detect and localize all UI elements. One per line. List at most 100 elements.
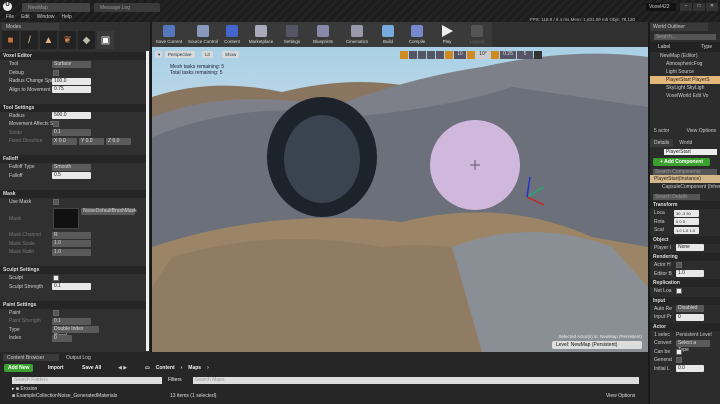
sculpt-strength-input[interactable]: 0.1 <box>52 283 91 291</box>
column-label[interactable]: Label <box>658 44 670 50</box>
breadcrumb-content[interactable]: Content <box>156 365 175 371</box>
level-viewport[interactable]: ▾ Perspective Lit Show Mesh tasks remain… <box>152 47 648 352</box>
close-button[interactable]: ✕ <box>706 3 718 11</box>
input-priority-input[interactable]: 0 <box>676 313 704 321</box>
fixed-x-input[interactable]: X 0.0 <box>52 137 77 145</box>
content-button[interactable]: Content <box>220 22 244 47</box>
mask-ratio-input[interactable]: 1.0 <box>52 248 91 256</box>
nav-back-forward[interactable]: ◀ ▶ <box>118 365 127 371</box>
outliner-item[interactable]: VoxelWorld Edit Vo <box>650 92 720 100</box>
radius-speed-input[interactable]: 100.0 <box>52 77 91 85</box>
launch-button[interactable]: Launch <box>462 22 492 47</box>
search-details-input[interactable]: Search Details <box>653 194 700 200</box>
scale-icon[interactable] <box>418 51 426 59</box>
camera-speed-value[interactable]: 5 <box>517 51 533 59</box>
paint-strength-input[interactable]: 0.1 <box>52 317 91 325</box>
maximize-button[interactable]: □ <box>693 3 705 11</box>
grid-snap-value[interactable]: 10 <box>454 51 466 59</box>
menu-help[interactable]: Help <box>61 14 71 22</box>
voxel-mode-icon[interactable]: ▣ <box>97 31 114 49</box>
paint-index-input[interactable]: 0 <box>52 334 72 342</box>
tab-newmap[interactable]: NewMap <box>22 3 90 12</box>
section-paint[interactable]: Paint Settings <box>0 300 146 309</box>
component-child[interactable]: CapsuleComponent (Inheri <box>650 183 720 191</box>
convert-dropdown[interactable]: Select a Type <box>676 339 710 353</box>
net-load-checkbox[interactable] <box>676 288 682 295</box>
scale-snap-icon[interactable] <box>491 51 499 59</box>
actor-name-input[interactable]: PlayerStart <box>664 149 717 155</box>
marketplace-button[interactable]: Marketplace <box>244 22 278 47</box>
settings-button[interactable]: Settings <box>278 22 306 47</box>
search-folders-input[interactable]: Search Folders <box>12 377 162 384</box>
menu-window[interactable]: Window <box>37 14 55 22</box>
world-outliner-tab[interactable]: World Outliner <box>650 23 708 31</box>
view-options-button[interactable]: View Options <box>606 393 635 399</box>
section-rendering[interactable]: Rendering <box>650 253 720 261</box>
section-replication[interactable]: Replication <box>650 279 720 287</box>
modes-tab[interactable]: Modes <box>2 23 59 30</box>
save-current-button[interactable]: Save Current <box>152 22 186 47</box>
scale-snap-value[interactable]: 0.25 <box>500 51 516 59</box>
tab-message-log[interactable]: Message Log <box>94 3 160 12</box>
editor-billboard-input[interactable]: 1.0 <box>676 270 704 278</box>
mask-thumbnail[interactable] <box>53 208 79 229</box>
initial-life-input[interactable]: 0.0 <box>676 365 704 373</box>
angle-snap-icon[interactable] <box>467 51 475 59</box>
add-component-button[interactable]: + Add Component <box>653 158 710 166</box>
grid-snap-icon[interactable] <box>445 51 453 59</box>
play-button[interactable]: Play <box>432 22 462 47</box>
outliner-item-selected[interactable]: PlayerStart PlayerS <box>650 76 720 84</box>
maximize-viewport-icon[interactable] <box>534 51 542 59</box>
angle-snap-value[interactable]: 10° <box>476 51 490 59</box>
use-mask-checkbox[interactable] <box>53 198 59 205</box>
fixed-z-input[interactable]: Z 0.0 <box>106 137 131 145</box>
save-all-button[interactable]: Save All <box>82 365 101 371</box>
show-button[interactable]: Show <box>222 51 240 58</box>
stride-input[interactable]: 0.1 <box>52 129 91 137</box>
auto-receive-dropdown[interactable]: Disabled <box>676 305 704 313</box>
tool-dropdown[interactable]: Surface <box>52 60 91 68</box>
blueprints-button[interactable]: Blueprints <box>306 22 340 47</box>
falloff-input[interactable]: 0.5 <box>52 172 91 180</box>
movement-checkbox[interactable] <box>53 121 59 128</box>
perspective-button[interactable]: Perspective <box>165 51 195 58</box>
section-falloff[interactable]: Falloff <box>0 155 146 163</box>
mask-channel-dropdown[interactable]: R <box>52 231 91 239</box>
menu-edit[interactable]: Edit <box>21 14 30 22</box>
compile-button[interactable]: Compile <box>402 22 432 47</box>
paint-mode-icon[interactable]: / <box>21 31 38 49</box>
rotate-icon[interactable] <box>409 51 417 59</box>
section-actor[interactable]: Actor <box>650 322 720 331</box>
folder-item[interactable]: ■ ExampleCollectionNoise_GeneratedMateri… <box>12 393 117 399</box>
surface-snap-icon[interactable] <box>436 51 444 59</box>
outliner-view-options[interactable]: View Options <box>687 128 716 134</box>
falloff-type-dropdown[interactable]: Smooth <box>52 163 91 171</box>
content-browser-tab[interactable]: Content Browser <box>3 354 59 361</box>
filters-button[interactable]: Filters <box>168 377 182 383</box>
can-be-damaged-checkbox[interactable] <box>676 348 682 355</box>
section-voxel-editor[interactable]: Voxel Editor <box>0 52 146 60</box>
scale-values[interactable]: 1.0 1.0 1.0 <box>674 226 699 234</box>
lit-button[interactable]: Lit <box>202 51 213 58</box>
paint-checkbox[interactable] <box>53 309 59 316</box>
import-button[interactable]: Import <box>48 365 64 371</box>
section-sculpt[interactable]: Sculpt Settings <box>0 266 146 274</box>
player-input[interactable]: None <box>676 244 704 252</box>
component-root[interactable]: PlayerStart(Instance) <box>650 175 720 183</box>
panel-scrollbar[interactable] <box>146 51 149 351</box>
paint-type-dropdown[interactable]: Double Index Blend <box>52 326 99 339</box>
rotation-values[interactable]: 0 0 0 <box>674 218 699 226</box>
build-button[interactable]: Build <box>374 22 402 47</box>
align-input[interactable]: 0.75 <box>52 86 91 94</box>
folder-item[interactable]: ▸ ■ Erosion <box>12 386 37 392</box>
section-input[interactable]: Input <box>650 296 720 305</box>
debug-checkbox[interactable] <box>53 69 59 76</box>
outliner-search[interactable]: Search... <box>654 34 716 40</box>
output-log-tab[interactable]: Output Log <box>62 354 114 361</box>
section-object[interactable]: Object <box>650 235 720 244</box>
world-local-icon[interactable] <box>427 51 435 59</box>
geometry-mode-icon[interactable]: ◆ <box>78 31 95 49</box>
radius-input[interactable]: 500.0 <box>52 112 91 120</box>
column-type[interactable]: Type <box>701 44 712 50</box>
mask-scale-input[interactable]: 1.0 <box>52 240 91 248</box>
